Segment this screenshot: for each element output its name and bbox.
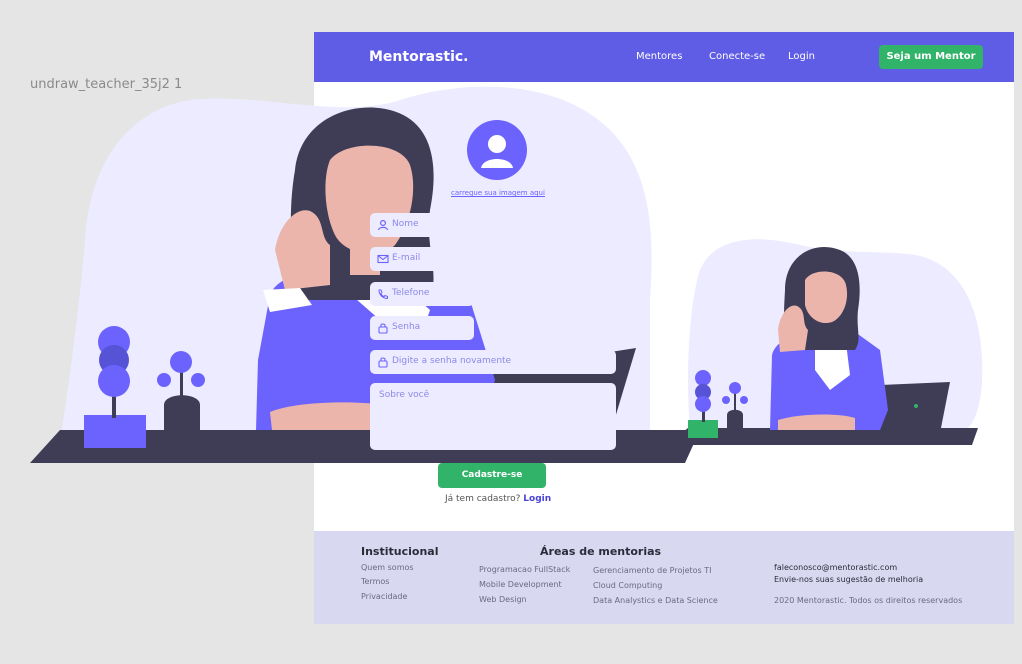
confirm-password-placeholder: Digite a senha novamente bbox=[392, 356, 512, 366]
user-silhouette-icon bbox=[481, 135, 513, 168]
nav-link-mentores[interactable]: Mentores bbox=[636, 51, 682, 62]
login-hint: Já tem cadastro? Login bbox=[445, 494, 551, 504]
footer-area-webdesign[interactable]: Web Design bbox=[479, 595, 527, 604]
footer-suggestion: Envie-nos suas sugestão de melhoria bbox=[774, 575, 924, 584]
footer-email[interactable]: faleconosco@mentorastic.com bbox=[774, 563, 897, 572]
password-field[interactable]: Senha bbox=[370, 316, 474, 340]
login-prompt: Já tem cadastro? bbox=[445, 494, 521, 504]
nav-link-conecte-se[interactable]: Conecte-se bbox=[709, 51, 765, 62]
footer-institucional-title: Institucional bbox=[361, 545, 439, 558]
plant-leaf bbox=[98, 326, 130, 358]
footer-area-data[interactable]: Data Analystics e Data Science bbox=[593, 596, 718, 605]
frame-label: undraw_teacher_35j2 1 bbox=[30, 77, 183, 92]
about-textarea[interactable]: Sobre você bbox=[370, 383, 616, 450]
login-link[interactable]: Login bbox=[523, 494, 551, 504]
footer-link-termos[interactable]: Termos bbox=[361, 577, 389, 586]
footer-area-cloud[interactable]: Cloud Computing bbox=[593, 581, 662, 590]
footer-areas-title: Áreas de mentorias bbox=[540, 545, 662, 558]
become-mentor-button[interactable]: Seja um Mentor bbox=[879, 45, 983, 69]
footer-copyright: 2020 Mentorastic. Todos os direitos rese… bbox=[774, 596, 963, 605]
email-placeholder: E-mail bbox=[392, 253, 421, 263]
about-placeholder: Sobre você bbox=[379, 390, 430, 400]
footer-link-quem-somos[interactable]: Quem somos bbox=[361, 563, 414, 572]
lock-icon bbox=[378, 357, 388, 368]
navbar: Mentorastic. Mentores Conecte-se Login S… bbox=[314, 32, 1014, 82]
signup-button[interactable]: Cadastre-se bbox=[438, 463, 546, 488]
name-field[interactable]: Nome bbox=[370, 213, 474, 237]
mail-icon bbox=[377, 254, 389, 264]
plant-pot-dark bbox=[164, 395, 200, 440]
plant-pot-blue bbox=[84, 415, 146, 448]
footer-area-mobile[interactable]: Mobile Development bbox=[479, 580, 562, 589]
upload-image-link[interactable]: carregue sua imagem aqui bbox=[438, 189, 558, 197]
email-field[interactable]: E-mail bbox=[370, 247, 474, 271]
footer: Institucional Quem somos Termos Privacid… bbox=[314, 531, 1014, 624]
footer-link-privacidade[interactable]: Privacidade bbox=[361, 592, 407, 601]
avatar-upload[interactable] bbox=[467, 120, 527, 180]
phone-placeholder: Telefone bbox=[392, 288, 430, 298]
brand-logo[interactable]: Mentorastic. bbox=[369, 49, 469, 65]
nav-link-login[interactable]: Login bbox=[788, 51, 815, 62]
phone-field[interactable]: Telefone bbox=[370, 282, 474, 306]
phone-icon bbox=[378, 289, 388, 300]
footer-area-fullstack[interactable]: Programacao FullStack bbox=[479, 565, 570, 574]
user-icon bbox=[377, 219, 389, 231]
name-placeholder: Nome bbox=[392, 219, 419, 229]
confirm-password-field[interactable]: Digite a senha novamente bbox=[370, 350, 616, 374]
footer-area-projetos[interactable]: Gerenciamento de Projetos TI bbox=[593, 566, 711, 575]
lock-icon bbox=[378, 323, 388, 334]
password-placeholder: Senha bbox=[392, 322, 421, 332]
